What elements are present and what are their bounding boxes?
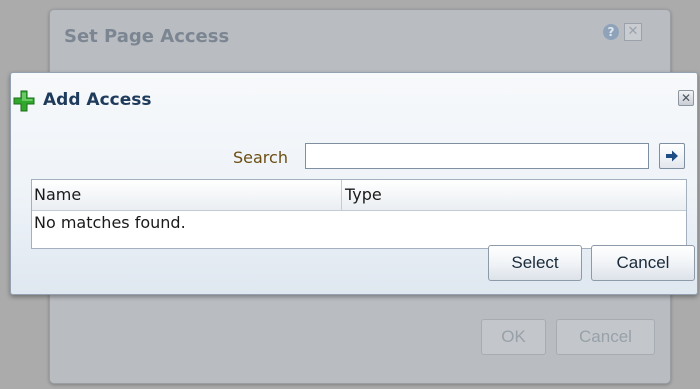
column-header-type[interactable]: Type [343, 180, 688, 210]
search-go-button[interactable] [659, 143, 685, 169]
help-icon: ? [603, 24, 619, 40]
empty-results-message: No matches found. [34, 213, 186, 232]
add-access-dialog: Add Access ✕ Search Name Type No matches… [10, 72, 698, 295]
close-icon[interactable]: ✕ [678, 90, 694, 106]
background-cancel-button-disabled: Cancel [556, 319, 655, 355]
ok-button-disabled: OK [481, 319, 546, 355]
column-header-name[interactable]: Name [32, 180, 342, 210]
search-label: Search [233, 148, 288, 167]
search-input[interactable] [305, 143, 649, 169]
cancel-button[interactable]: Cancel [591, 245, 695, 281]
results-table: Name Type No matches found. [31, 179, 687, 249]
arrow-right-icon [666, 150, 678, 162]
select-button[interactable]: Select [488, 245, 582, 281]
background-dialog-title: Set Page Access [64, 26, 230, 47]
plus-icon [13, 90, 35, 112]
close-icon: ✕ [624, 23, 642, 41]
dialog-title: Add Access [43, 90, 152, 110]
table-header: Name Type [32, 180, 686, 211]
